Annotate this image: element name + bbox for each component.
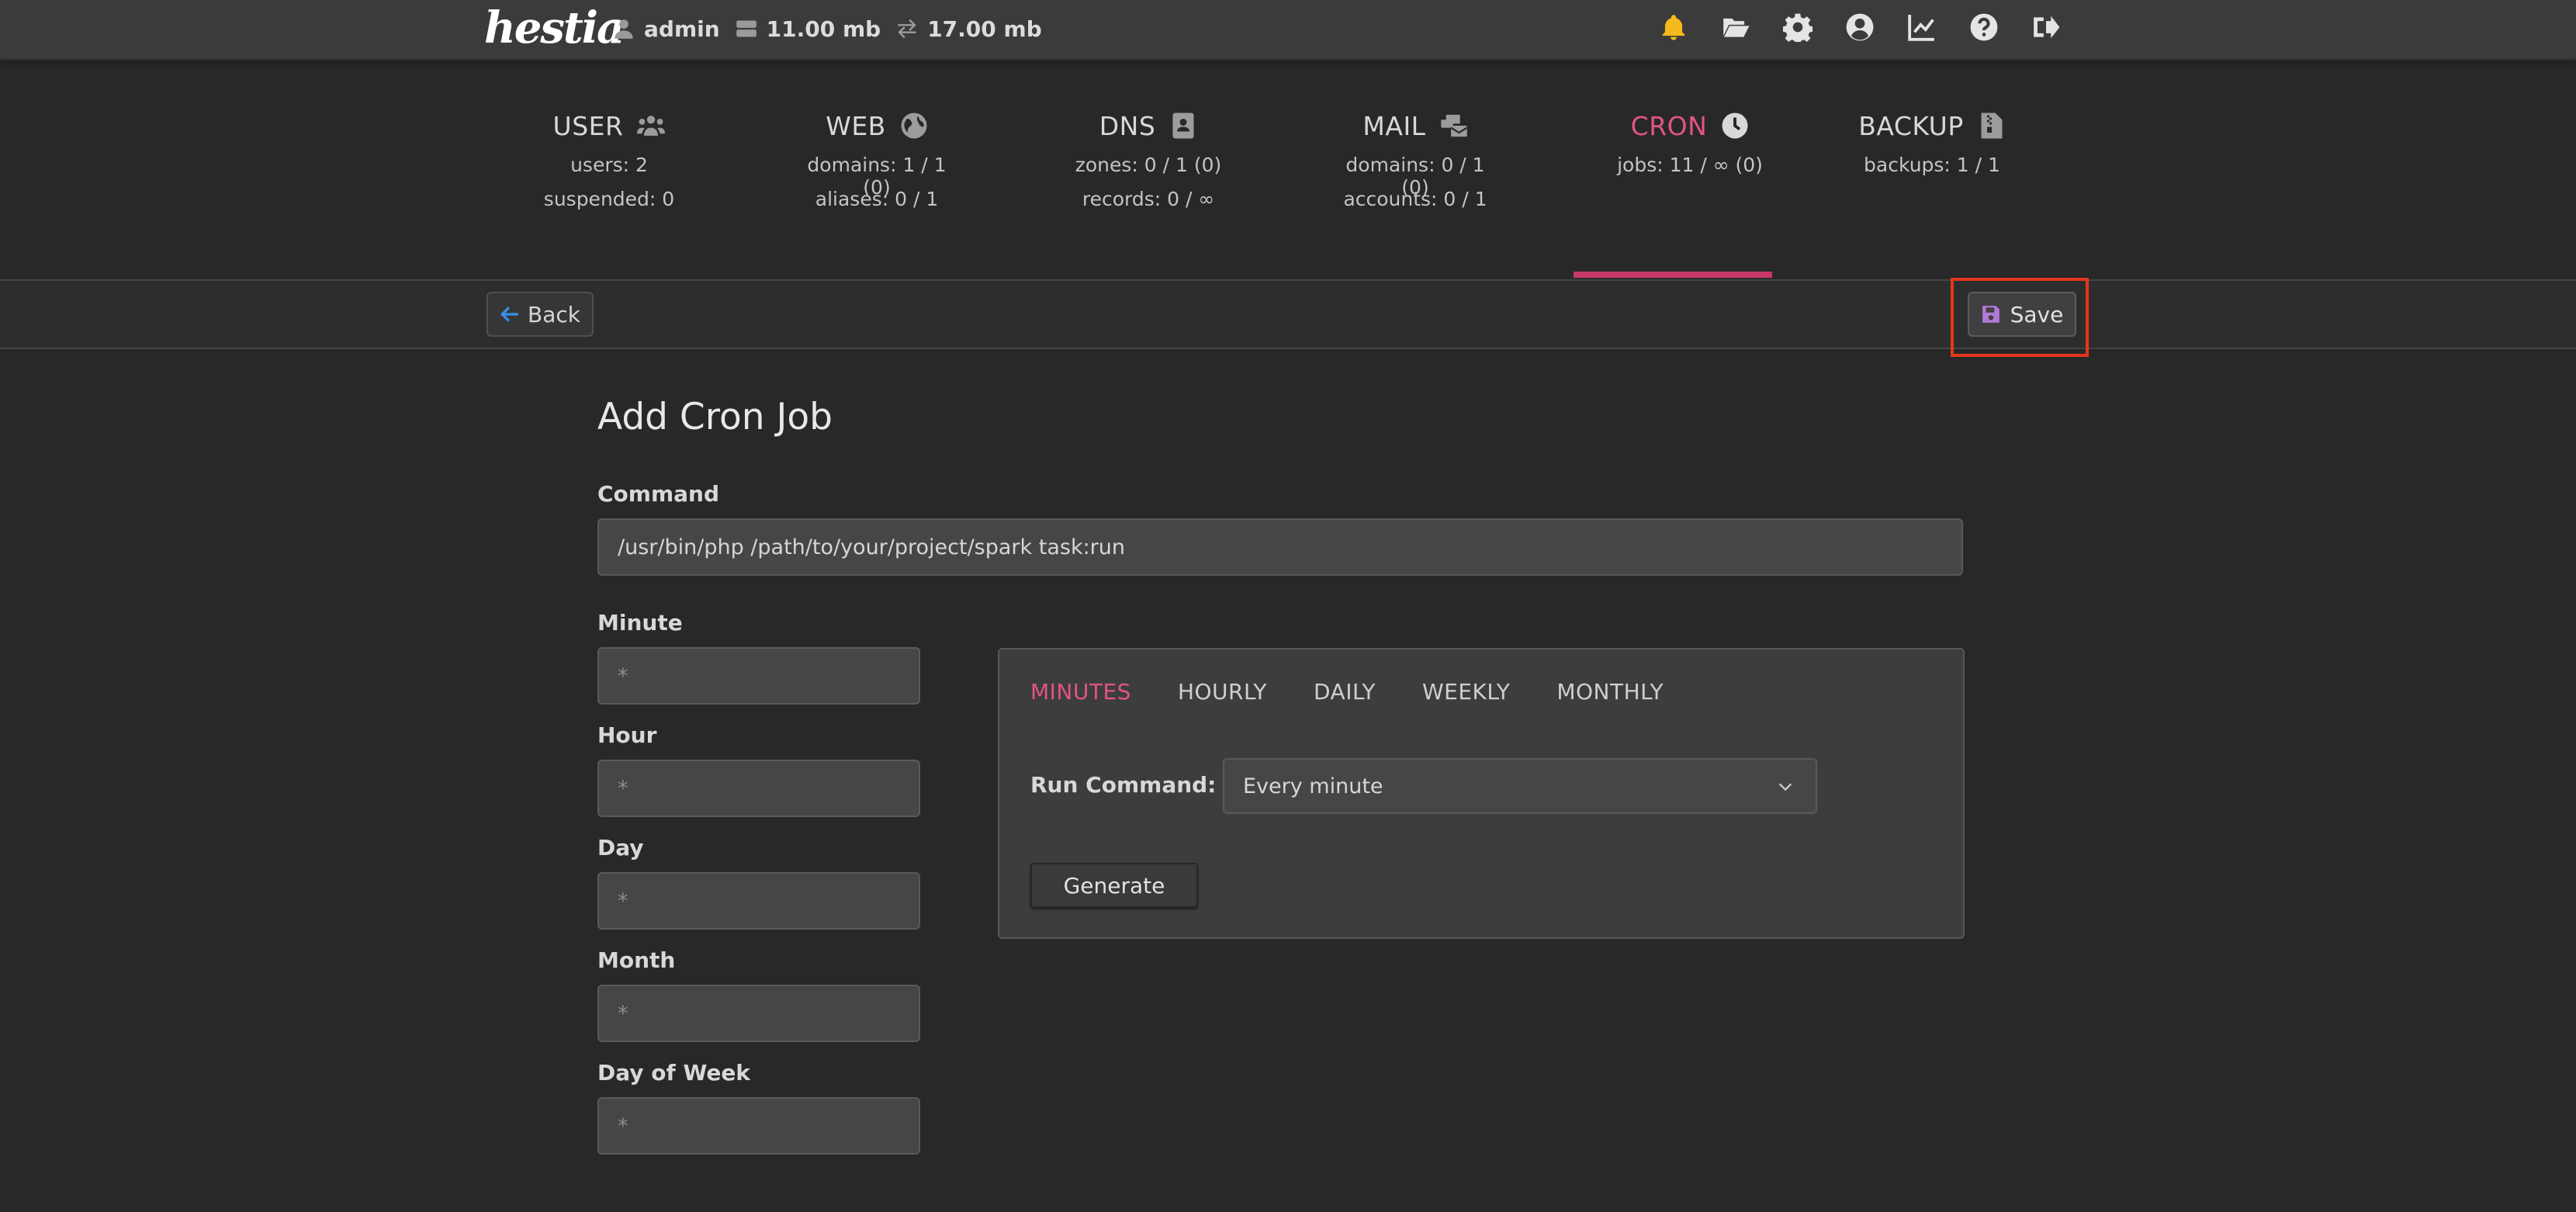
account-stats: admin 11.00 mb 17.00 mb <box>613 0 1042 57</box>
page-title: Add Cron Job <box>597 396 833 438</box>
save-button[interactable]: Save <box>1968 292 2076 337</box>
user-stat: admin <box>613 16 720 42</box>
mail-accounts: accounts: 0 / 1 <box>1343 188 1487 210</box>
user-icon <box>615 19 633 39</box>
hour-label: Hour <box>597 722 657 748</box>
question-circle-icon[interactable] <box>1969 12 1999 42</box>
users-count: users: 2 <box>570 154 648 176</box>
tab-mail[interactable]: MAIL domains: 0 / 1 (0) accounts: 0 / 1 <box>1330 109 1501 211</box>
tab-cron[interactable]: CRON jobs: 11 / ∞ (0) <box>1612 109 1768 177</box>
tab-mail-label: MAIL <box>1362 110 1426 141</box>
gear-icon[interactable] <box>1783 12 1813 42</box>
tab-dns-label: DNS <box>1099 110 1156 141</box>
chart-line-icon[interactable] <box>1907 12 1937 42</box>
tab-minutes[interactable]: MINUTES <box>1030 679 1131 705</box>
chevron-down-icon <box>1778 783 1792 791</box>
tab-weekly[interactable]: WEEKLY <box>1422 679 1510 705</box>
floppy-disk-icon <box>1982 306 2000 323</box>
tab-web-label: WEB <box>826 110 886 141</box>
minute-label: Minute <box>597 610 683 635</box>
month-label: Month <box>597 947 676 973</box>
run-command-value: Every minute <box>1243 774 1383 798</box>
username: admin <box>644 16 720 42</box>
tab-daily[interactable]: DAILY <box>1314 679 1376 705</box>
hour-placeholder: * <box>618 776 628 801</box>
day-input[interactable]: * <box>597 872 920 930</box>
top-icon-bar <box>1659 12 2061 42</box>
active-tab-indicator <box>1574 272 1772 278</box>
month-input[interactable]: * <box>597 985 920 1042</box>
minute-input[interactable]: * <box>597 647 920 705</box>
user-circle-icon[interactable] <box>1845 12 1875 42</box>
tab-monthly[interactable]: MONTHLY <box>1556 679 1664 705</box>
dns-zones: zones: 0 / 1 (0) <box>1075 154 1222 176</box>
hdd-icon <box>736 20 757 37</box>
web-aliases: aliases: 0 / 1 <box>815 188 939 210</box>
run-command-label: Run Command: <box>1030 772 1217 798</box>
cron-jobs: jobs: 11 / ∞ (0) <box>1617 154 1763 176</box>
summary-tabs: USER users: 2 suspended: 0 WEB domains: … <box>543 93 2017 279</box>
day-placeholder: * <box>618 888 628 913</box>
minute-placeholder: * <box>618 663 628 688</box>
mail-domains: domains: 0 / 1 (0) <box>1345 154 1485 199</box>
hour-input[interactable]: * <box>597 760 920 817</box>
top-bar: hestia admin 11.00 mb 17.00 mb <box>0 0 2576 61</box>
tab-backup[interactable]: BACKUP backups: 1 / 1 <box>1854 109 2010 177</box>
bandwidth-usage: 17.00 mb <box>927 16 1042 42</box>
users-icon <box>637 116 666 136</box>
tab-user-label: USER <box>552 110 624 141</box>
globe-icon <box>901 113 927 139</box>
folder-open-icon[interactable] <box>1721 12 1750 42</box>
run-command-select[interactable]: Every minute <box>1223 758 1817 814</box>
backup-count: backups: 1 / 1 <box>1864 154 2000 176</box>
clock-icon <box>1722 113 1748 139</box>
day-of-week-label: Day of Week <box>597 1060 750 1086</box>
command-input[interactable]: /usr/bin/php /path/to/your/project/spark… <box>597 518 1963 576</box>
toolbar: Back Save <box>0 278 2576 357</box>
generator-tabs: MINUTES HOURLY DAILY WEEKLY MONTHLY <box>1030 679 1664 705</box>
tab-user[interactable]: USER users: 2 suspended: 0 <box>543 109 675 211</box>
save-button-label: Save <box>2010 301 2064 327</box>
exchange-icon <box>898 19 916 39</box>
command-label: Command <box>597 481 720 507</box>
day-of-week-input[interactable]: * <box>597 1097 920 1155</box>
tab-hourly[interactable]: HOURLY <box>1178 679 1267 705</box>
back-button[interactable]: Back <box>486 292 594 337</box>
arrow-left-icon <box>500 306 518 322</box>
tab-backup-label: BACKUP <box>1858 110 1964 141</box>
bandwidth-stat: 17.00 mb <box>896 16 1042 42</box>
suspended-count: suspended: 0 <box>543 188 675 210</box>
app-logo[interactable]: hestia <box>484 3 625 53</box>
sign-out-icon[interactable] <box>2031 12 2061 42</box>
address-book-icon <box>1172 113 1194 139</box>
disk-usage: 11.00 mb <box>766 16 881 42</box>
web-domains: domains: 1 / 1 (0) <box>807 154 947 199</box>
tab-dns[interactable]: DNS zones: 0 / 1 (0) records: 0 / ∞ <box>1071 109 1226 211</box>
mail-bulk-icon <box>1440 114 1467 137</box>
bell-icon[interactable] <box>1659 12 1688 42</box>
cron-generator-panel: MINUTES HOURLY DAILY WEEKLY MONTHLY Run … <box>998 648 1965 939</box>
command-value: /usr/bin/php /path/to/your/project/spark… <box>618 535 1126 559</box>
day-label: Day <box>597 835 644 861</box>
dns-records: records: 0 / ∞ <box>1082 188 1215 210</box>
disk-stat: 11.00 mb <box>736 16 881 42</box>
generate-button[interactable]: Generate <box>1030 863 1198 908</box>
month-placeholder: * <box>618 1001 628 1026</box>
file-archive-icon <box>1981 113 2003 139</box>
tab-cron-label: CRON <box>1630 110 1708 141</box>
tab-web[interactable]: WEB domains: 1 / 1 (0) aliases: 0 / 1 <box>799 109 954 211</box>
back-button-label: Back <box>528 301 580 327</box>
day-of-week-placeholder: * <box>618 1113 628 1138</box>
